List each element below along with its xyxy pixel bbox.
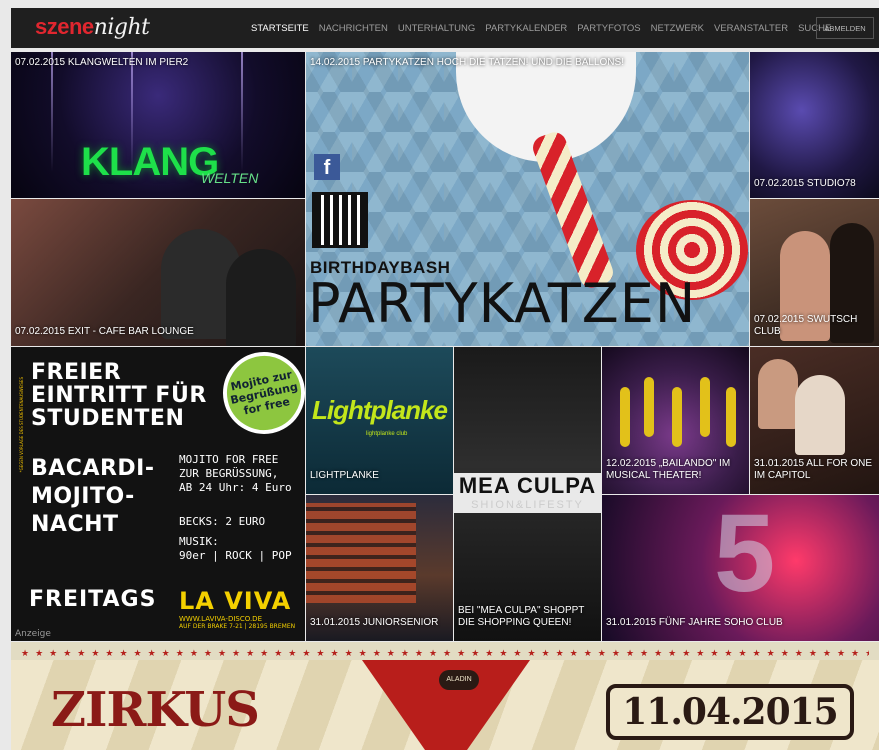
facebook-icon: f [314, 154, 340, 180]
person-photo [795, 375, 845, 455]
nav-item-startseite[interactable]: STARTSEITE [251, 23, 309, 34]
ad-line: FREIER [31, 360, 122, 385]
logo-part-szene: szene [35, 14, 94, 39]
ad-handwritten-text: BECKS: 2 EURO MUSIK: 90er | ROCK | POP [179, 515, 292, 563]
dancer-figure [620, 387, 630, 447]
ad-label: Anzeige [15, 629, 51, 639]
ad-line: BACARDI- [31, 456, 155, 481]
event-tile-capitol[interactable]: 31.01.2015 ALL FOR ONE IM CAPITOL [750, 347, 879, 494]
ad-brand-logo: LA VIVA [179, 587, 292, 615]
ad-hand-line: MUSIK: [179, 535, 219, 548]
tile-caption: 31.01.2015 FÜNF JAHRE SOHO CLUB [606, 617, 783, 628]
tile-caption: 31.01.2015 ALL FOR ONE IM CAPITOL [754, 458, 873, 481]
mea-culpa-sub: SHION&LIFESTY [471, 499, 584, 511]
lightplanke-sub: lightplanke club [366, 431, 408, 437]
welten-artwork: WELTEN [201, 170, 259, 186]
event-tile-swutsch-club[interactable]: 07.02.2015 SWUTSCH CLUB [750, 199, 879, 346]
ad-line: EINTRITT FÜR [31, 383, 207, 408]
event-tile-lightplanke[interactable]: Lightplanke lightplanke club LIGHTPLANKE [306, 347, 453, 494]
tile-caption: 07.02.2015 STUDIO78 [754, 178, 856, 189]
site-logo[interactable]: szenenight [35, 13, 150, 42]
banner-date: 11.04.2015 [622, 691, 838, 733]
qr-code-icon [312, 192, 368, 248]
ad-headline: FREIER EINTRITT FÜR STUDENTEN [31, 361, 207, 430]
aladin-badge: ALADIN [439, 670, 479, 690]
banner-stars: ★★★★★★★★★★★★★★★★★★★★★★★★★★★★★★★★★★★★★★★★… [21, 648, 869, 658]
light-beam [241, 52, 243, 172]
tile-caption: BEI "MEA CULPA" SHOPPT DIE SHOPPING QUEE… [458, 605, 585, 628]
building-photo [306, 503, 416, 603]
dancer-figure [644, 377, 654, 437]
event-tile-bailando[interactable]: 12.02.2015 „BAILANDO" IM MUSICAL THEATER… [602, 347, 749, 494]
zirkus-banner[interactable]: ★★★★★★★★★★★★★★★★★★★★★★★★★★★★★★★★★★★★★★★★… [11, 642, 879, 750]
nav-item-nachrichten[interactable]: NACHRICHTEN [319, 23, 388, 34]
event-tile-soho-club[interactable]: 5 31.01.2015 FÜNF JAHRE SOHO CLUB [602, 495, 879, 641]
ad-website: WWW.LAVIVA-DISCO.DE [179, 615, 262, 623]
event-tile-exit-cafe-bar[interactable]: 07.02.2015 EXIT - CAFE BAR LOUNGE [11, 199, 305, 346]
nav-item-unterhaltung[interactable]: UNTERHALTUNG [398, 23, 475, 34]
logo-part-night: night [93, 15, 150, 40]
logout-button[interactable]: ABMELDEN [816, 17, 874, 39]
tile-caption: 07.02.2015 SWUTSCH CLUB [754, 314, 858, 337]
dancer-figure [726, 387, 736, 447]
main-nav: STARTSEITE NACHRICHTEN UNTERHALTUNG PART… [251, 8, 831, 48]
nav-item-veranstalter[interactable]: VERANSTALTER [714, 23, 788, 34]
event-tile-partykatzen[interactable]: f BIRTHDAYBASH PARTYKATZEN 14.02.2015 PA… [306, 52, 749, 346]
lightplanke-logo: Lightplanke [312, 395, 448, 425]
ad-line: STUDENTEN [31, 406, 185, 431]
event-tile-klangwelten[interactable]: KLANG WELTEN 07.02.2015 KLANGWELTEN IM P… [11, 52, 305, 198]
dancer-figure [672, 387, 682, 447]
ad-line: MOJITO- [31, 484, 135, 509]
banner-title: ZIRKUS [51, 682, 260, 738]
dancer-figure [700, 377, 710, 437]
ad-hand-line: ZUR BEGRÜSSUNG, [179, 467, 279, 480]
ad-freitags: FREITAGS [29, 587, 157, 612]
top-navigation-bar: szenenight STARTSEITE NACHRICHTEN UNTERH… [11, 8, 879, 48]
nav-item-netzwerk[interactable]: NETZWERK [651, 23, 704, 34]
tile-caption: 07.02.2015 EXIT - CAFE BAR LOUNGE [15, 326, 194, 337]
ad-subheadline: BACARDI- MOJITO- NACHT [31, 455, 155, 539]
ad-side-note: *GEGEN VORLAGE DES STUDENTENAUSWEISES [19, 377, 24, 473]
nav-item-partykalender[interactable]: PARTYKALENDER [485, 23, 567, 34]
balloon-five-artwork: 5 [714, 495, 776, 615]
person-photo [758, 359, 798, 429]
tile-caption: LIGHTPLANKE [310, 470, 379, 481]
ad-address: AUF DER BRAKE 7-21 | 28195 BREMEN [179, 623, 296, 630]
event-tile-studio78[interactable]: 07.02.2015 STUDIO78 [750, 52, 879, 198]
event-tile-mea-culpa[interactable]: MEA CULPA SHION&LIFESTY BEI "MEA CULPA" … [454, 347, 601, 641]
ad-hand-line: MOJITO FOR FREE [179, 453, 279, 466]
banner-date-box: 11.04.2015 [606, 684, 854, 740]
partykatzen-title: PARTYKATZEN [308, 272, 697, 335]
nav-item-partyfotos[interactable]: PARTYFOTOS [577, 23, 640, 34]
ad-hand-line: 90er | ROCK | POP [179, 549, 292, 562]
advertisement-laviva[interactable]: *GEGEN VORLAGE DES STUDENTENAUSWEISES FR… [11, 347, 305, 641]
light-beam [51, 52, 53, 172]
tile-caption: 07.02.2015 KLANGWELTEN IM PIER2 [15, 57, 189, 68]
tile-caption: 14.02.2015 PARTYKATZEN HOCH DIE TATZEN! … [310, 57, 624, 68]
ad-hand-line: AB 24 Uhr: 4 Euro [179, 481, 292, 494]
ad-hand-line: BECKS: 2 EURO [179, 515, 266, 528]
ad-line: NACHT [31, 512, 119, 537]
klang-artwork: KLANG [81, 140, 219, 184]
tile-caption: 12.02.2015 „BAILANDO" IM MUSICAL THEATER… [606, 458, 731, 481]
ad-handwritten-text: MOJITO FOR FREE ZUR BEGRÜSSUNG, AB 24 Uh… [179, 453, 292, 495]
tile-caption: 31.01.2015 JUNIORSENIOR [310, 617, 439, 628]
ad-mojito-badge: Mojito zur Begrüßung for free [215, 347, 305, 442]
event-tile-juniorsenior[interactable]: 31.01.2015 JUNIORSENIOR [306, 495, 453, 641]
